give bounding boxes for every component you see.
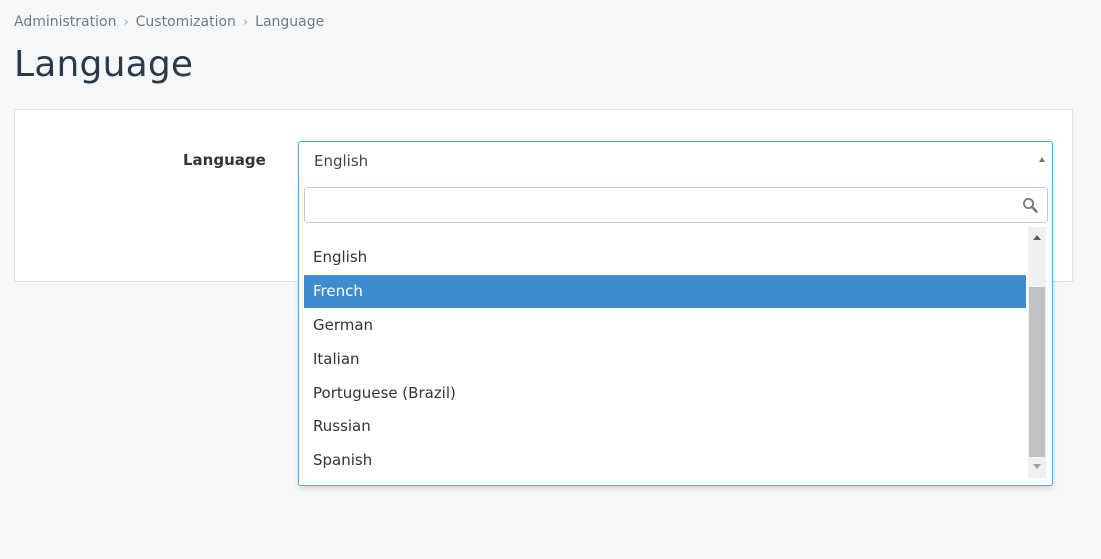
language-select[interactable]: English bbox=[298, 141, 1053, 182]
breadcrumb-item-language: Language bbox=[255, 14, 325, 30]
option-french[interactable]: French bbox=[304, 275, 1026, 308]
option-portuguese-brazil[interactable]: Portuguese (Brazil) bbox=[304, 377, 1026, 410]
option-english[interactable]: English bbox=[304, 241, 1026, 274]
language-field-label: Language bbox=[183, 151, 266, 169]
chevron-right-icon: › bbox=[242, 14, 249, 30]
language-search-input[interactable] bbox=[305, 188, 1047, 222]
breadcrumb-item-customization[interactable]: Customization bbox=[136, 14, 236, 30]
scrollbar-thumb[interactable] bbox=[1029, 287, 1045, 457]
option-russian[interactable]: Russian bbox=[304, 410, 1026, 443]
option-italian[interactable]: Italian bbox=[304, 343, 1026, 376]
chevron-right-icon: › bbox=[123, 14, 129, 30]
option-crowdin[interactable]: Crowdin In-context Localization bbox=[304, 225, 1026, 237]
dropdown-search bbox=[304, 187, 1048, 223]
language-select-value: English bbox=[314, 152, 369, 170]
option-spanish[interactable]: Spanish bbox=[304, 444, 1026, 477]
dropdown-scrollbar[interactable] bbox=[1028, 227, 1046, 478]
breadcrumb: Administration › Customization › Languag… bbox=[14, 14, 324, 30]
scroll-up-arrow-icon[interactable] bbox=[1028, 231, 1046, 245]
caret-up-icon bbox=[1039, 157, 1045, 162]
option-german[interactable]: German bbox=[304, 309, 1026, 342]
language-options-list: Crowdin In-context Localization English … bbox=[304, 225, 1026, 481]
scroll-down-arrow-icon[interactable] bbox=[1028, 460, 1046, 474]
search-icon bbox=[1023, 198, 1038, 213]
language-dropdown: Crowdin In-context Localization English … bbox=[298, 181, 1053, 486]
breadcrumb-item-administration[interactable]: Administration bbox=[14, 14, 116, 30]
page-title: Language bbox=[14, 44, 194, 85]
